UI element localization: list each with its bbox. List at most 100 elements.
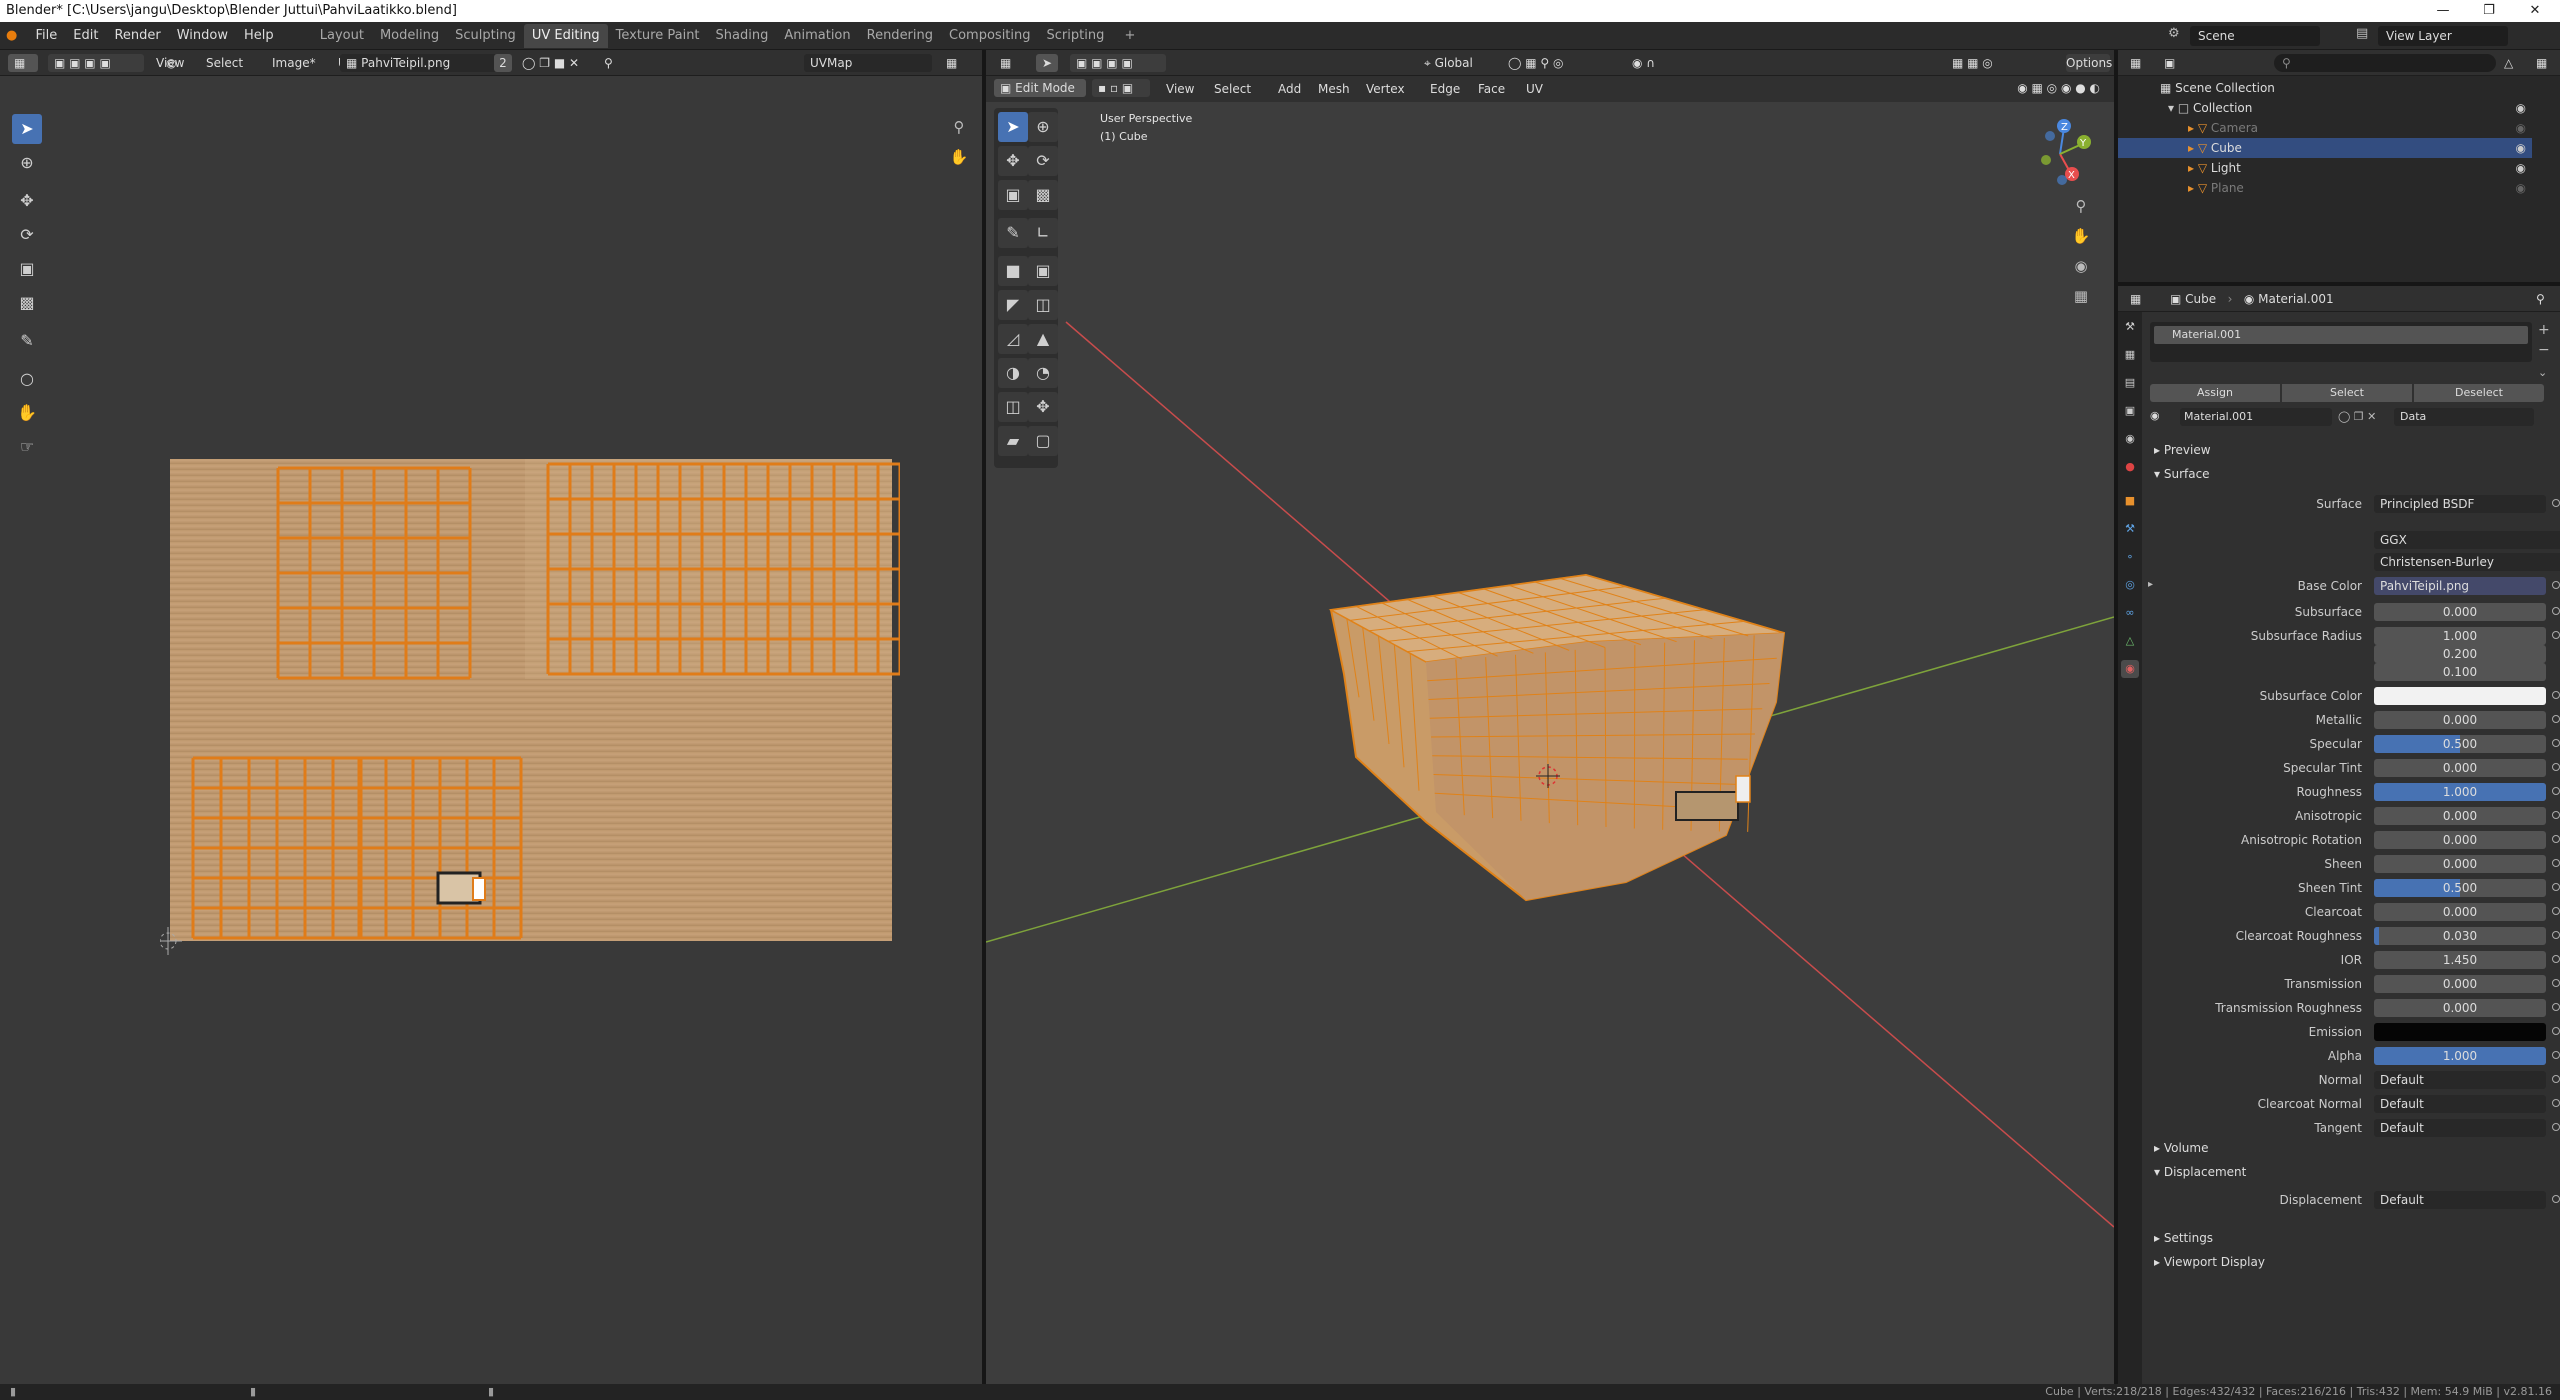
- menu-render[interactable]: Render: [106, 22, 168, 50]
- uv-menu-select[interactable]: Select: [206, 50, 243, 76]
- outliner-item-collection[interactable]: ▾ □ Collection ◉: [2118, 98, 2532, 118]
- constraints-tab-icon[interactable]: ∞: [2121, 604, 2139, 622]
- socket-icon[interactable]: [2552, 607, 2560, 615]
- socket-icon[interactable]: [2552, 715, 2560, 723]
- prop-value-field[interactable]: 0.000: [2374, 807, 2546, 825]
- surface-shader-field[interactable]: Principled BSDF: [2374, 495, 2546, 513]
- socket-icon[interactable]: [2552, 907, 2560, 915]
- properties-editor[interactable]: ▦ ▣ Cube › ◉ Material.001 ⚲ ⚒ ▦ ▤ ▣ ◉ ● …: [2118, 286, 2560, 1384]
- socket-icon[interactable]: [2552, 1075, 2560, 1083]
- viewport-select-mode-icons[interactable]: ▣ ▣ ▣ ▣: [1070, 54, 1166, 72]
- cursor-tool-icon[interactable]: ⊕: [12, 148, 42, 178]
- pivot-snap-icons[interactable]: ◯ ▦ ⚲ ◎: [1502, 54, 1622, 72]
- uv-menu-view[interactable]: View: [156, 50, 184, 76]
- editor-type-icon[interactable]: ▦: [8, 54, 38, 72]
- viewport-menu-vertex[interactable]: Vertex: [1366, 76, 1405, 102]
- pin-properties-icon[interactable]: ⚲: [2530, 290, 2556, 308]
- menu-file[interactable]: File: [27, 22, 65, 50]
- tab-uv-editing[interactable]: UV Editing: [523, 24, 608, 48]
- socket-icon[interactable]: [2552, 979, 2560, 987]
- prop-value-field[interactable]: 1.450: [2374, 951, 2546, 969]
- viewport-menu-add[interactable]: Add: [1278, 76, 1301, 102]
- close-icon[interactable]: ✕: [2512, 0, 2558, 22]
- assign-button[interactable]: Assign: [2150, 384, 2280, 402]
- socket-icon[interactable]: [2552, 883, 2560, 891]
- tab-animation[interactable]: Animation: [776, 24, 858, 48]
- socket-icon[interactable]: [2552, 1051, 2560, 1059]
- prop-value-field[interactable]: 0.000: [2374, 975, 2546, 993]
- uv-menu-image[interactable]: Image*: [272, 50, 316, 76]
- pan-icon[interactable]: ✋: [946, 144, 972, 170]
- socket-icon[interactable]: [2552, 1123, 2560, 1131]
- viewport-menu-uv[interactable]: UV: [1526, 76, 1543, 102]
- base-color-socket-icon[interactable]: [2552, 581, 2560, 589]
- menu-window[interactable]: Window: [169, 22, 236, 50]
- material-tab-icon[interactable]: ◉: [2121, 660, 2139, 678]
- 3d-viewport[interactable]: ▦ ➤ ▣ ▣ ▣ ▣ ⌖ Global ◯ ▦ ⚲ ◎ ◉ ∩ ▦ ▦ ◎ O…: [986, 50, 2114, 1384]
- view-layer-tab-icon[interactable]: ▣: [2121, 402, 2139, 420]
- viewport-select-icon[interactable]: ➤: [1036, 54, 1058, 72]
- tab-layout[interactable]: Layout: [312, 24, 372, 48]
- surface-socket-icon[interactable]: [2552, 499, 2560, 507]
- material-slot-list[interactable]: Material.001: [2150, 322, 2532, 362]
- prop-value-field[interactable]: 0.100: [2374, 663, 2546, 681]
- mesh-select-mode[interactable]: ▪ ▫ ▣: [1092, 79, 1150, 97]
- image-users[interactable]: 2: [494, 54, 512, 72]
- outliner[interactable]: ▦ ▣ ⚲ △ ▦ ▦ Scene Collection ▾ □ Collect…: [2118, 50, 2560, 282]
- world-tab-icon[interactable]: ●: [2121, 458, 2139, 476]
- socket-icon[interactable]: [2552, 1003, 2560, 1011]
- viewport-menu-edge[interactable]: Edge: [1430, 76, 1460, 102]
- 3d-scene[interactable]: [986, 102, 2114, 1384]
- surface-panel-header[interactable]: ▾ Surface: [2142, 462, 2559, 486]
- socket-icon[interactable]: [2552, 1099, 2560, 1107]
- prop-value-field[interactable]: 0.000: [2374, 711, 2546, 729]
- visibility-eye-icon[interactable]: ◉: [2516, 118, 2526, 138]
- add-workspace-button[interactable]: +: [1116, 24, 1143, 48]
- select-mode-icons[interactable]: ▣ ▣ ▣ ▣: [48, 54, 144, 72]
- add-slot-icon[interactable]: +: [2538, 322, 2550, 338]
- prop-value-field[interactable]: Default: [2374, 1071, 2546, 1089]
- annotate-tool-icon[interactable]: ✎: [12, 326, 42, 356]
- grab-tool-icon[interactable]: ✋: [12, 398, 42, 428]
- displacement-field[interactable]: Default: [2374, 1191, 2546, 1209]
- tab-rendering[interactable]: Rendering: [859, 24, 941, 48]
- socket-icon[interactable]: [2552, 859, 2560, 867]
- tab-modeling[interactable]: Modeling: [372, 24, 447, 48]
- outliner-editor-type-icon[interactable]: ▦: [2124, 54, 2154, 72]
- new-collection-icon[interactable]: ▦: [2530, 54, 2556, 72]
- viewport-menu-select[interactable]: Select: [1214, 76, 1251, 102]
- cube-mesh[interactable]: [1328, 573, 1786, 902]
- socket-icon[interactable]: [2552, 811, 2560, 819]
- select-button[interactable]: Select: [2282, 384, 2412, 402]
- prop-value-field[interactable]: 0.000: [2374, 759, 2546, 777]
- orientation-dropdown[interactable]: ⌖ Global: [1418, 54, 1494, 72]
- prop-value-field[interactable]: 0.030: [2374, 927, 2546, 945]
- outliner-item-cube[interactable]: ▸ ▽ Cube ◉: [2118, 138, 2532, 158]
- mode-dropdown[interactable]: ▣ Edit Mode: [994, 79, 1086, 97]
- expand-icon[interactable]: ▸: [2148, 579, 2153, 590]
- displacement-panel-header[interactable]: ▾ Displacement: [2142, 1160, 2559, 1184]
- proportional-edit-icons[interactable]: ◉ ∩: [1626, 54, 1676, 72]
- uvmap-selector[interactable]: UVMap: [804, 54, 932, 72]
- outliner-item-light[interactable]: ▸ ▽ Light ◉: [2118, 158, 2532, 178]
- subsurface-method-dropdown[interactable]: Christensen-Burley: [2374, 553, 2560, 571]
- gizmo-toggle-icons[interactable]: ▦ ▦ ◎: [1946, 54, 2066, 72]
- particles-tab-icon[interactable]: ∘: [2121, 548, 2139, 566]
- socket-icon[interactable]: [2552, 955, 2560, 963]
- prop-value-field[interactable]: 1.000: [2374, 783, 2546, 801]
- outliner-item-camera[interactable]: ▸ ▽ Camera ◉: [2118, 118, 2532, 138]
- uv-editor[interactable]: ▦ ▣ ▣ ▣ ▣ ◎ ViewSelectImage*UV ▦ PahviTe…: [0, 50, 982, 1384]
- visibility-eye-icon[interactable]: ◉: [2516, 178, 2526, 198]
- prop-value-field[interactable]: 0.000: [2374, 831, 2546, 849]
- uv-canvas[interactable]: [160, 400, 900, 960]
- scene-selector[interactable]: Scene: [2190, 26, 2320, 46]
- physics-tab-icon[interactable]: ◎: [2121, 576, 2139, 594]
- material-name-field[interactable]: Material.001: [2180, 408, 2332, 426]
- filter-icon[interactable]: △: [2498, 54, 2528, 72]
- scene-tab-icon[interactable]: ◉: [2121, 430, 2139, 448]
- image-actions-icons[interactable]: ◯ ❐ ■ ✕: [516, 54, 596, 72]
- prop-value-field[interactable]: [2374, 1023, 2546, 1041]
- rip-tool-icon[interactable]: ○: [12, 364, 42, 394]
- socket-icon[interactable]: [2552, 763, 2560, 771]
- slot-specials-icon[interactable]: ⌄: [2538, 366, 2547, 379]
